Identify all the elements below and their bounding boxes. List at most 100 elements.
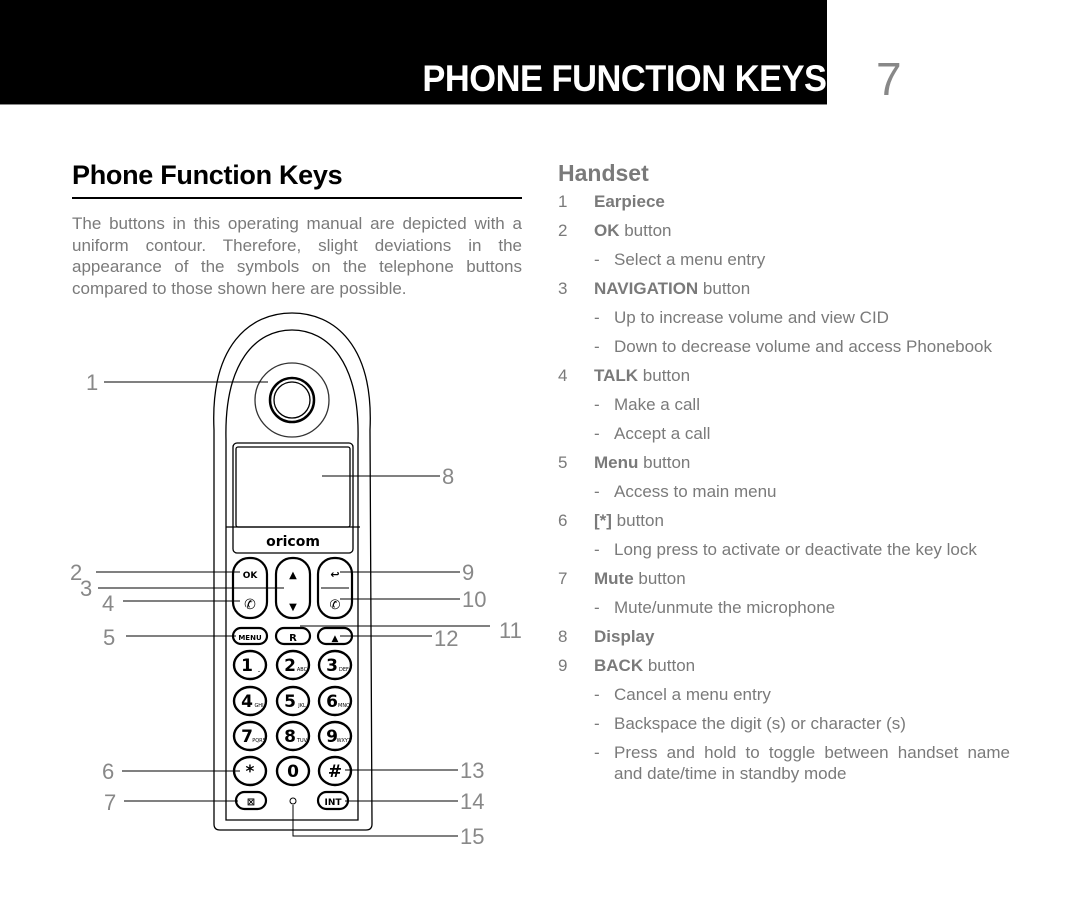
callout-14: 14 bbox=[460, 789, 485, 814]
header-bar: PHONE FUNCTION KEYS bbox=[0, 0, 828, 105]
digit-key-5[interactable]: 5 JKL bbox=[275, 685, 311, 717]
description-text: Accept a call bbox=[614, 424, 711, 443]
digit-label: # bbox=[328, 762, 342, 782]
item-name: TALK bbox=[594, 366, 639, 385]
item-name: OK bbox=[594, 221, 620, 240]
digit-key-7[interactable]: 7 PQRS bbox=[232, 720, 268, 752]
ok-key-label: OK bbox=[243, 571, 259, 581]
digit-key-star[interactable]: * bbox=[232, 755, 268, 787]
handset-item: 3 NAVIGATION button bbox=[558, 278, 1010, 299]
dash: - bbox=[594, 308, 600, 327]
dash: - bbox=[594, 685, 600, 704]
item-number: 7 bbox=[558, 569, 568, 588]
digit-key-4[interactable]: 4 GHI bbox=[232, 685, 268, 717]
handset-item: 9 BACK button bbox=[558, 655, 1010, 676]
digit-key-hash[interactable]: # bbox=[317, 755, 353, 787]
phonebook-icon: ▲ bbox=[332, 634, 339, 644]
callout-11: 11 bbox=[499, 618, 522, 643]
section-title: Phone Function Keys bbox=[72, 160, 522, 199]
item-number: 8 bbox=[558, 627, 568, 646]
callout-5: 5 bbox=[103, 625, 116, 650]
microphone bbox=[289, 797, 297, 805]
description-text: Make a call bbox=[614, 395, 700, 414]
callout-4: 4 bbox=[102, 591, 115, 616]
description-text: Long press to activate or deactivate the… bbox=[614, 540, 977, 559]
digit-label: * bbox=[246, 762, 255, 782]
dash: - bbox=[594, 337, 600, 356]
menu-key[interactable] bbox=[231, 626, 269, 646]
letters-label: PQRS bbox=[252, 738, 266, 744]
digit-label: 6 bbox=[326, 692, 338, 712]
item-description: - Select a menu entry bbox=[558, 249, 1010, 270]
item-suffix: button bbox=[611, 511, 664, 530]
digit-key-3[interactable]: 3 DEF bbox=[317, 649, 353, 681]
item-suffix: button bbox=[638, 366, 691, 385]
dash: - bbox=[594, 714, 600, 733]
mute-icon: ⊠ bbox=[247, 797, 255, 808]
letters-label: JKL bbox=[297, 703, 306, 709]
r-key-label: R bbox=[289, 633, 297, 644]
item-name: Menu bbox=[594, 453, 639, 472]
item-description: - Make a call bbox=[558, 394, 1010, 415]
dash: - bbox=[594, 482, 600, 501]
digit-label: 5 bbox=[284, 692, 296, 712]
ok-talk-key-group[interactable] bbox=[231, 556, 269, 620]
callout-7: 7 bbox=[104, 790, 117, 815]
description-text: Backspace the digit (s) or character (s) bbox=[614, 714, 906, 733]
item-description: - Access to main menu bbox=[558, 481, 1010, 502]
item-name: BACK bbox=[594, 656, 644, 675]
callout-13: 13 bbox=[460, 758, 485, 783]
dash: - bbox=[594, 598, 600, 617]
brand-logo: oricom bbox=[266, 534, 320, 550]
handset-body bbox=[213, 312, 373, 831]
phonebook-key[interactable] bbox=[316, 626, 354, 646]
digit-key-8[interactable]: 8 TUV bbox=[275, 720, 311, 752]
letters-label: GHI bbox=[254, 703, 263, 709]
mute-key[interactable] bbox=[234, 790, 268, 811]
letters-label: TUV bbox=[296, 738, 308, 744]
nav-key[interactable] bbox=[274, 556, 312, 620]
digit-key-0[interactable]: 0 bbox=[275, 755, 311, 787]
item-name: [*] bbox=[594, 511, 612, 530]
item-number: 1 bbox=[558, 192, 568, 211]
handset-list: Handset 1 Earpiece 2 OK button - Select a men… bbox=[558, 160, 1010, 792]
item-description: - Long press to activate or deactivate th… bbox=[558, 539, 1010, 560]
description-text: Cancel a menu entry bbox=[614, 685, 771, 704]
left-column: Phone Function Keys The buttons in this … bbox=[72, 160, 522, 299]
item-suffix: button bbox=[633, 569, 686, 588]
letters-label: ABC bbox=[297, 667, 308, 673]
nav-down-icon: ▼ bbox=[289, 602, 297, 613]
display bbox=[235, 446, 351, 528]
letters-label: DEF bbox=[339, 667, 349, 673]
item-suffix: button bbox=[698, 279, 751, 298]
item-number: 5 bbox=[558, 453, 568, 472]
digit-key-2[interactable]: 2 ABC bbox=[275, 649, 311, 681]
callout-10: 10 bbox=[462, 587, 487, 612]
digit-label: 7 bbox=[241, 727, 253, 747]
r-key[interactable] bbox=[274, 626, 312, 646]
callout-15: 15 bbox=[460, 824, 485, 849]
dash: - bbox=[594, 250, 600, 269]
description-text: Up to increase volume and view CID bbox=[614, 308, 889, 327]
digit-key-1[interactable]: 1 ⎵ bbox=[232, 649, 268, 681]
back-end-key-group[interactable] bbox=[316, 556, 354, 620]
dash: - bbox=[594, 743, 600, 762]
letters-label: WXYZ bbox=[337, 738, 352, 744]
nav-up-icon: ▲ bbox=[289, 570, 297, 581]
int-key[interactable] bbox=[316, 790, 350, 811]
item-number: 4 bbox=[558, 366, 568, 385]
digit-key-9[interactable]: 9WXYZ bbox=[317, 720, 353, 752]
talk-icon: ✆ bbox=[244, 597, 256, 613]
digit-key-6[interactable]: 6 MNO bbox=[317, 685, 353, 717]
header-title: PHONE FUNCTION KEYS bbox=[422, 58, 828, 99]
handset-item: 4 TALK button bbox=[558, 365, 1010, 386]
callout-6: 6 bbox=[102, 759, 115, 784]
earpiece bbox=[268, 376, 316, 424]
handset-item: 6 [*] button bbox=[558, 510, 1010, 531]
digit-label: 3 bbox=[326, 656, 338, 676]
dash: - bbox=[594, 395, 600, 414]
page-number: 7 bbox=[876, 53, 902, 105]
callout-1: 1 bbox=[86, 370, 99, 395]
item-number: 3 bbox=[558, 279, 568, 298]
letters-label: ⎵ bbox=[258, 667, 260, 673]
